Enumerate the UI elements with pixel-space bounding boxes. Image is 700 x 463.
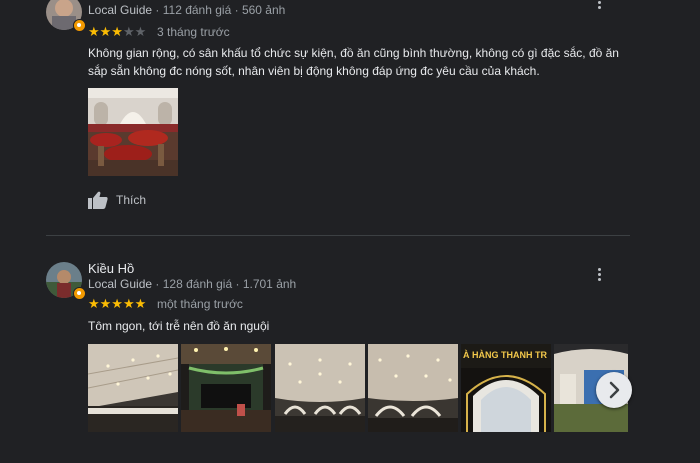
meta-separator: · xyxy=(235,277,240,291)
thumbs-up-icon xyxy=(88,191,108,209)
local-guide-label: Local Guide xyxy=(88,277,153,291)
reviewer-meta: Local Guide · 112 đánh giá · 560 ảnh xyxy=(88,3,285,17)
review-time: một tháng trước xyxy=(157,297,243,311)
meta-separator: · xyxy=(155,277,160,291)
like-label: Thích xyxy=(116,193,147,207)
meta-separator: · xyxy=(155,3,160,17)
photo-sign-text: À HÀNG THANH TR xyxy=(463,350,547,360)
reviewer-name[interactable]: Kiều Hồ xyxy=(88,261,134,276)
more-options-icon[interactable] xyxy=(597,0,601,9)
review-time: 3 tháng trước xyxy=(157,25,230,39)
photos-count: 1.701 ảnh xyxy=(242,277,297,291)
reviewer-avatar[interactable] xyxy=(46,0,86,32)
reviews-count: 128 đánh giá xyxy=(162,277,233,291)
review-photo[interactable] xyxy=(88,88,178,176)
reviews-count: 112 đánh giá xyxy=(162,3,232,17)
reviewer-avatar[interactable] xyxy=(46,262,86,300)
like-button[interactable]: Thích xyxy=(88,191,146,209)
reviewer-meta: Local Guide · 128 đánh giá · 1.701 ảnh xyxy=(88,277,296,291)
review-photo[interactable] xyxy=(275,344,365,432)
local-guide-label: Local Guide xyxy=(88,3,153,17)
review-photo[interactable] xyxy=(181,344,271,432)
chevron-right-icon xyxy=(609,381,620,399)
review-text: Không gian rộng, có sân khấu tổ chức sự … xyxy=(88,46,619,78)
photos-count: 560 ảnh xyxy=(241,3,286,17)
star-rating: ★★★★★ xyxy=(88,296,147,311)
review-text: Tôm ngon, tới trễ nên đồ ăn nguội xyxy=(88,319,270,333)
local-guide-badge-icon xyxy=(73,287,86,300)
more-options-icon[interactable] xyxy=(597,268,601,281)
star-rating: ★★★★★ xyxy=(88,24,147,39)
review-photo[interactable] xyxy=(88,344,178,432)
review-photo[interactable]: À HÀNG THANH TR xyxy=(461,344,551,432)
meta-separator: · xyxy=(234,3,239,17)
review-divider xyxy=(46,235,630,236)
review-photo[interactable] xyxy=(368,344,458,432)
carousel-next-button[interactable] xyxy=(596,372,632,408)
local-guide-badge-icon xyxy=(73,19,86,32)
